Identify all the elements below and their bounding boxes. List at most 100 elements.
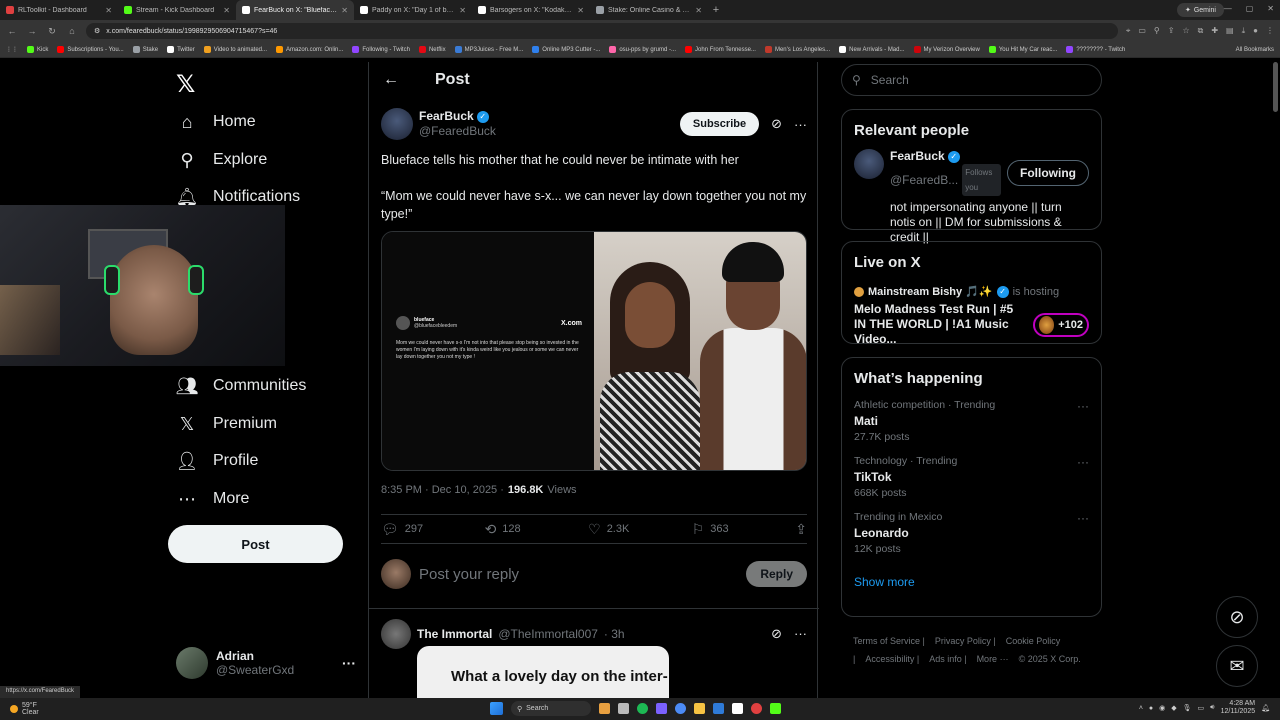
nav-item-explore[interactable]: ⚲ Explore	[176, 149, 267, 171]
footer-link[interactable]: Accessibility |	[865, 654, 919, 664]
weather-widget[interactable]: 59°F Clear	[0, 702, 39, 716]
author-handle[interactable]: @FearedBuck	[419, 124, 496, 139]
browser-tab[interactable]: Stream - Kick Dashboard ✕	[118, 0, 236, 20]
tab-close-icon[interactable]: ✕	[577, 6, 584, 15]
subscribe-button[interactable]: Subscribe	[679, 112, 760, 136]
relevant-handle[interactable]: @FearedB...	[890, 173, 958, 188]
trend-more-icon[interactable]: ···	[1077, 455, 1089, 469]
relevant-name[interactable]: FearBuck	[890, 149, 945, 164]
post-button[interactable]: Post	[168, 525, 343, 563]
new-tab-icon[interactable]: +	[708, 4, 724, 16]
live-listeners-badge[interactable]: +102	[1033, 312, 1089, 337]
trend-item[interactable]: Technology · Trending TikTok 668K posts ···	[842, 443, 1101, 499]
author-avatar[interactable]	[381, 108, 413, 140]
extension-icon[interactable]: ⧉	[1198, 26, 1204, 36]
network-icon[interactable]: ▭	[1198, 704, 1205, 712]
site-info-icon[interactable]: ⚙	[94, 27, 100, 35]
sidebar-icon[interactable]: ▤	[1226, 26, 1234, 36]
grok-icon[interactable]: ⊘	[771, 116, 782, 132]
bookmark-item[interactable]: ???????? - Twitch	[1066, 46, 1125, 53]
show-more-link[interactable]: Show more	[842, 555, 1101, 601]
tweet-media[interactable]: blueface @bluefacebleedem X.com Mom we c…	[381, 231, 807, 471]
reply-author-handle[interactable]: @TheImmortal007	[498, 627, 598, 641]
close-window-icon[interactable]: ✕	[1267, 4, 1274, 13]
share-action[interactable]: ⇪	[795, 521, 807, 538]
tab-close-icon[interactable]: ✕	[695, 6, 702, 15]
account-more-icon[interactable]: ···	[342, 655, 356, 671]
bookmark-item[interactable]: Following - Twitch	[352, 46, 410, 53]
tab-close-icon[interactable]: ✕	[341, 6, 348, 15]
trend-item[interactable]: Athletic competition · Trending Mati 27.7K…	[842, 387, 1101, 443]
scrollbar[interactable]	[1273, 62, 1278, 112]
bookmark-item[interactable]: MP3Juices - Free M...	[454, 46, 523, 53]
footer-link[interactable]: Terms of Service |	[853, 636, 925, 646]
store-icon[interactable]	[713, 703, 724, 714]
reload-icon[interactable]: ↻	[46, 26, 58, 37]
url-field[interactable]: ⚙ x.com/fearedbuck/status/19989295069047…	[86, 23, 1118, 39]
trend-more-icon[interactable]: ···	[1077, 511, 1089, 525]
browser-tab[interactable]: Barsogers on X: "Kodak Black M ✕	[472, 0, 590, 20]
browser-tab[interactable]: Stake: Online Casino & Sports ✕	[590, 0, 708, 20]
app-icon-purple[interactable]	[656, 703, 667, 714]
bookmark-item[interactable]: Video to animated...	[203, 46, 267, 53]
share-page-icon[interactable]: ⇪	[1168, 26, 1175, 36]
repost-action[interactable]: ⟲ 128	[485, 521, 589, 538]
bookmark-item[interactable]: Men's Los Angeles...	[764, 46, 830, 53]
mic-icon[interactable]: 🎙︎	[1183, 704, 1192, 712]
tweet-more-icon[interactable]: ···	[794, 117, 807, 132]
nav-item-profile[interactable]: 👤︎ Profile	[176, 450, 259, 472]
relevant-name-row[interactable]: FearBuck ✓	[890, 149, 1001, 164]
bookmark-item[interactable]: Netflix	[418, 46, 446, 53]
obs-icon[interactable]	[751, 703, 762, 714]
tray-chevron-icon[interactable]: ˄	[1139, 705, 1143, 712]
grok-icon[interactable]: ⊘	[771, 626, 782, 642]
cast-icon[interactable]: ▭	[1138, 26, 1146, 36]
reply-input[interactable]: Post your reply	[419, 566, 738, 583]
author-name-row[interactable]: FearBuck ✓	[419, 109, 496, 124]
footer-link[interactable]: Privacy Policy |	[935, 636, 996, 646]
footer-link[interactable]: © 2025 X Corp.	[1019, 654, 1081, 664]
chrome-icon[interactable]	[675, 703, 686, 714]
kick-icon[interactable]	[770, 703, 781, 714]
relevant-avatar[interactable]	[854, 149, 884, 179]
zoom-icon[interactable]: ⚲	[1154, 26, 1160, 36]
tray-app-icon[interactable]: ●	[1149, 705, 1153, 712]
browser-tab[interactable]: RLToolkit - Dashboard ✕	[0, 0, 118, 20]
bookmark-item[interactable]: osu-pps by grumd -...	[609, 46, 676, 53]
maximize-icon[interactable]: ▢	[1246, 4, 1254, 13]
clock[interactable]: 4:28 AM 12/11/2025	[1221, 700, 1256, 716]
apps-grid-icon[interactable]: ⋮⋮	[6, 46, 18, 53]
reply-action[interactable]: 💬︎ 297	[381, 521, 485, 538]
home-browser-icon[interactable]: ⌂	[66, 26, 78, 36]
bookmark-action[interactable]: ⚐ 363	[692, 521, 796, 538]
messages-fab-icon[interactable]: ✉	[1216, 645, 1258, 687]
browser-tab[interactable]: FearBuck on X: "Blueface tells h ✕	[236, 0, 354, 20]
forward-nav-icon[interactable]: →	[26, 26, 38, 36]
menu-kebab-icon[interactable]: ⋮	[1266, 26, 1274, 36]
live-host[interactable]: Mainstream Bishy 🎵✨ ✓ is hosting	[842, 271, 1101, 298]
search-input[interactable]: ⚲ Search	[841, 64, 1102, 96]
tab-close-icon[interactable]: ✕	[223, 6, 230, 15]
browser-tab[interactable]: Paddy on X: "Day 1 of bodyma ✕	[354, 0, 472, 20]
reply-button[interactable]: Reply	[746, 561, 807, 587]
live-space-title[interactable]: Melo Madness Test Run | #5 IN THE WORLD …	[854, 302, 1025, 347]
nav-item-more[interactable]: ⋯ More	[176, 488, 249, 510]
following-button[interactable]: Following	[1007, 159, 1089, 186]
like-action[interactable]: ♡ 2.3K	[588, 521, 692, 538]
location-icon[interactable]: ⌖	[1126, 26, 1131, 36]
grok-fab-icon[interactable]: ⊘	[1216, 596, 1258, 638]
author-name[interactable]: FearBuck	[419, 109, 474, 124]
reply-avatar[interactable]	[381, 619, 411, 649]
trend-item[interactable]: Trending in Mexico Leonardo 12K posts ···	[842, 499, 1101, 555]
bookmark-item[interactable]: My Verizon Overview	[913, 46, 980, 53]
trend-more-icon[interactable]: ···	[1077, 399, 1089, 413]
bookmark-item[interactable]: New Arrivals - Mad...	[839, 46, 905, 53]
download-icon[interactable]: ⤓	[1242, 26, 1246, 36]
nav-item-communities[interactable]: 👥︎ Communities	[176, 375, 307, 397]
bookmark-item[interactable]: John From Tennesse...	[685, 46, 756, 53]
notification-bell-icon[interactable]: 🔔︎	[1261, 704, 1270, 712]
task-view-icon[interactable]	[618, 703, 629, 714]
gemini-button[interactable]: ✦ Gemini	[1176, 3, 1224, 17]
back-arrow-icon[interactable]: ←	[383, 71, 399, 89]
volume-icon[interactable]: 🔊︎	[1210, 704, 1214, 712]
